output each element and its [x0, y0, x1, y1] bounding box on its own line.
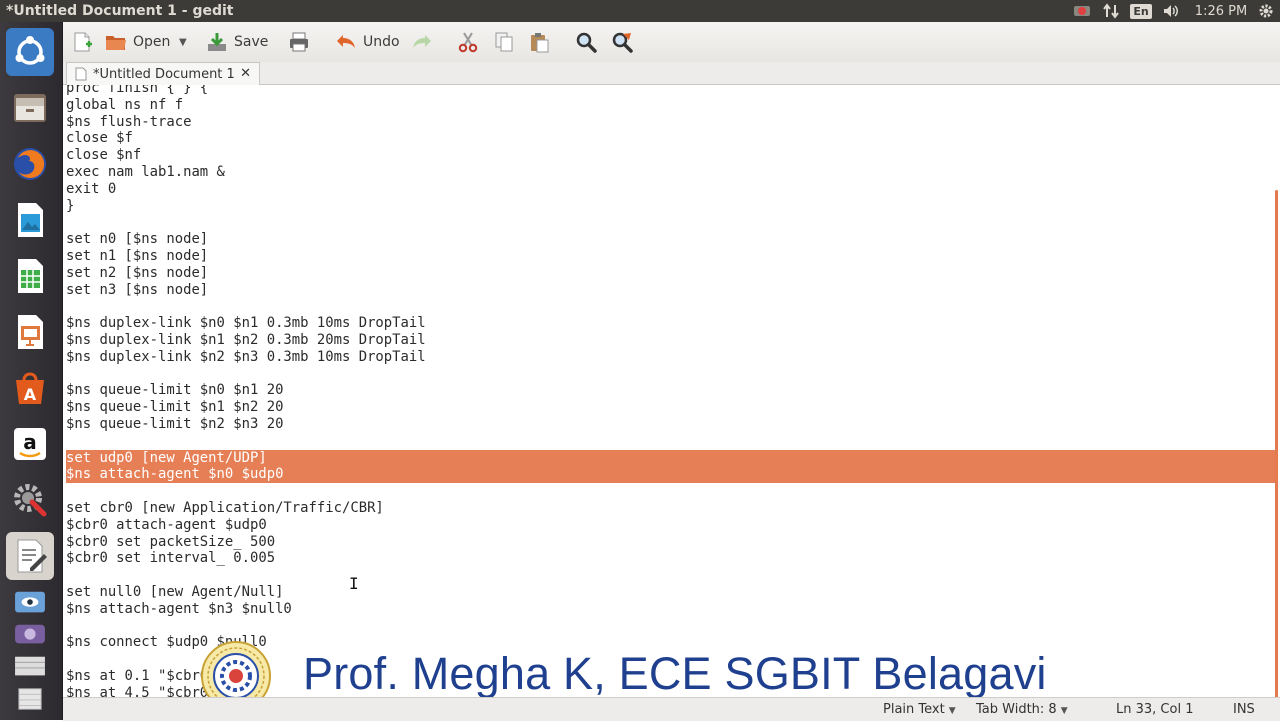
- copy-icon: [495, 32, 513, 52]
- code-line[interactable]: [66, 483, 1276, 500]
- code-line[interactable]: close $nf: [66, 147, 1276, 164]
- libreoffice-draw-icon[interactable]: [6, 196, 54, 244]
- search-replace-icon: [612, 32, 633, 53]
- amazon-icon[interactable]: a: [6, 420, 54, 468]
- workspace-switcher-icon[interactable]: [6, 652, 54, 682]
- system-settings-icon[interactable]: [6, 476, 54, 524]
- text-editor-area[interactable]: proc finish { } {global ns nf f $ns flush…: [63, 85, 1280, 697]
- chevron-down-icon: ▼: [948, 706, 956, 716]
- code-line[interactable]: set udp0 [new Agent/UDP]: [66, 449, 1276, 467]
- save-button[interactable]: Save: [206, 29, 268, 55]
- copy-button[interactable]: [493, 29, 515, 55]
- code-line[interactable]: $ns queue-limit $n2 $n3 20: [66, 416, 1276, 433]
- undo-button[interactable]: Undo: [335, 29, 400, 55]
- code-line[interactable]: [66, 618, 1276, 635]
- find-and-replace-button[interactable]: [611, 29, 633, 55]
- scissors-icon: [458, 32, 478, 53]
- printer-icon: [290, 32, 308, 52]
- disk-icon[interactable]: [6, 620, 54, 650]
- code-line[interactable]: $ns attach-agent $n0 $udp0: [66, 466, 1276, 484]
- screen-viewer-icon[interactable]: [6, 588, 54, 618]
- cut-button[interactable]: [457, 29, 479, 55]
- window-title: *Untitled Document 1 - gedit: [6, 3, 234, 19]
- new-document-button[interactable]: [71, 29, 93, 55]
- firefox-icon[interactable]: [6, 140, 54, 188]
- close-tab-icon[interactable]: ✕: [240, 66, 251, 81]
- code-lines: proc finish { } {global ns nf f $ns flush…: [66, 85, 1276, 697]
- code-line[interactable]: $ns duplex-link $n0 $n1 0.3mb 10ms DropT…: [66, 315, 1276, 332]
- code-line[interactable]: close $f: [66, 130, 1276, 147]
- code-line[interactable]: [66, 567, 1276, 584]
- keyboard-language-indicator[interactable]: En: [1130, 0, 1152, 22]
- code-line[interactable]: set n0 [$ns node]: [66, 231, 1276, 248]
- presenter-watermark: Prof. Megha K, ECE SGBIT Belagavi: [303, 648, 1047, 699]
- code-line[interactable]: $ns queue-limit $n1 $n2 20: [66, 399, 1276, 416]
- code-line[interactable]: $cbr0 attach-agent $udp0: [66, 517, 1276, 534]
- status-bar: Plain Text ▼ Tab Width: 8 ▼ Ln 33, Col 1 I…: [63, 697, 1280, 721]
- svg-text:a: a: [23, 430, 37, 454]
- top-panel: *Untitled Document 1 - gedit En 1:26 PM: [0, 0, 1280, 22]
- text-editor-icon[interactable]: [6, 532, 54, 580]
- code-line[interactable]: $cbr0 set packetSize_ 500: [66, 534, 1276, 551]
- toolbar: Open ▼ Save Undo: [63, 22, 1280, 63]
- code-line[interactable]: set null0 [new Agent/Null]: [66, 584, 1276, 601]
- cursor-position: Ln 33, Col 1: [1116, 702, 1194, 717]
- volume-icon[interactable]: [1160, 0, 1182, 22]
- code-line[interactable]: $ns duplex-link $n2 $n3 0.3mb 10ms DropT…: [66, 349, 1276, 366]
- network-icon[interactable]: [1100, 0, 1122, 22]
- find-button[interactable]: [575, 29, 597, 55]
- files-icon[interactable]: [6, 84, 54, 132]
- redo-button[interactable]: [411, 29, 433, 55]
- code-line[interactable]: $ns attach-agent $n3 $null0: [66, 601, 1276, 618]
- code-line[interactable]: [66, 298, 1276, 315]
- code-line[interactable]: set n3 [$ns node]: [66, 282, 1276, 299]
- code-line[interactable]: $ns queue-limit $n0 $n1 20: [66, 382, 1276, 399]
- vertical-scrollbar[interactable]: [1275, 190, 1278, 697]
- code-line[interactable]: exec nam lab1.nam &: [66, 164, 1276, 181]
- code-line[interactable]: exit 0: [66, 181, 1276, 198]
- code-line[interactable]: proc finish { } {: [66, 85, 1276, 97]
- code-line[interactable]: [66, 433, 1276, 450]
- insert-mode-indicator: INS: [1233, 702, 1255, 717]
- tab-width-selector[interactable]: Tab Width: 8 ▼: [976, 702, 1068, 717]
- save-download-icon: [208, 33, 226, 51]
- undo-arrow-icon: [337, 35, 355, 48]
- folder-open-icon: [106, 36, 126, 50]
- code-line[interactable]: global ns nf f: [66, 97, 1276, 114]
- tab-label: *Untitled Document 1: [93, 66, 235, 82]
- open-recent-dropdown-arrow-icon[interactable]: ▼: [179, 29, 187, 55]
- dash-ubuntu-icon[interactable]: [6, 28, 54, 76]
- system-settings-gear-icon[interactable]: [1254, 0, 1278, 22]
- code-line[interactable]: $ns flush-trace: [66, 114, 1276, 131]
- document-icon: [75, 67, 87, 81]
- launcher: A a: [0, 22, 63, 720]
- new-document-icon: [74, 32, 92, 52]
- clock[interactable]: 1:26 PM: [1190, 0, 1252, 22]
- trash-icon[interactable]: [6, 684, 54, 714]
- search-icon: [576, 32, 597, 53]
- i-beam-cursor-icon: I: [349, 574, 359, 593]
- code-line[interactable]: $cbr0 set interval_ 0.005: [66, 550, 1276, 567]
- print-button[interactable]: [288, 29, 310, 55]
- language-selector[interactable]: Plain Text ▼: [883, 702, 956, 717]
- clipboard-paste-icon: [531, 33, 549, 53]
- document-tab-bar: *Untitled Document 1 ✕: [63, 62, 1280, 85]
- code-line[interactable]: }: [66, 198, 1276, 215]
- libreoffice-impress-icon[interactable]: [6, 308, 54, 356]
- svg-text:A: A: [24, 385, 37, 404]
- libreoffice-calc-icon[interactable]: [6, 252, 54, 300]
- paste-button[interactable]: [528, 29, 550, 55]
- code-line[interactable]: set n2 [$ns node]: [66, 265, 1276, 282]
- code-line[interactable]: set n1 [$ns node]: [66, 248, 1276, 265]
- code-line[interactable]: set cbr0 [new Application/Traffic/CBR]: [66, 500, 1276, 517]
- software-center-icon[interactable]: A: [6, 364, 54, 412]
- code-line[interactable]: $ns duplex-link $n1 $n2 0.3mb 20ms DropT…: [66, 332, 1276, 349]
- tab-untitled-document-1[interactable]: *Untitled Document 1 ✕: [66, 62, 260, 85]
- code-line[interactable]: [66, 366, 1276, 383]
- open-button[interactable]: Open: [105, 29, 170, 55]
- chevron-down-icon: ▼: [1060, 706, 1068, 716]
- code-line[interactable]: [66, 214, 1276, 231]
- redo-arrow-icon: [413, 35, 431, 48]
- record-indicator-icon[interactable]: [1071, 0, 1093, 22]
